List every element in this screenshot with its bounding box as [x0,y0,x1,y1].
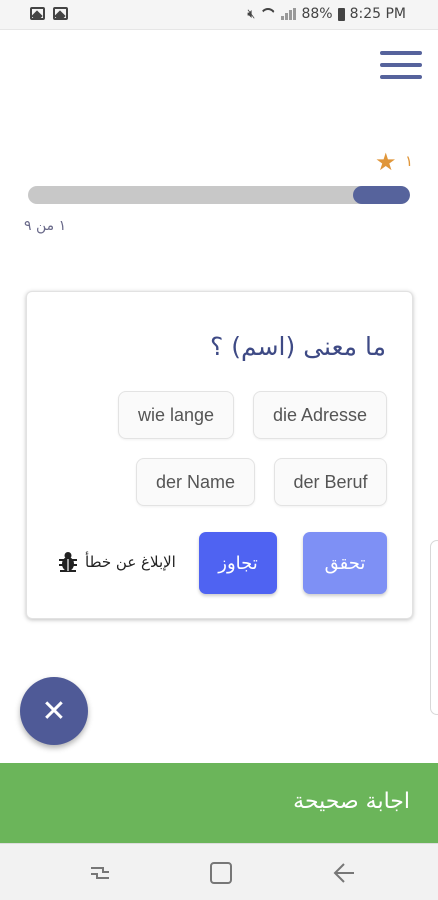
question-card: ما معنى (اسم) ؟ die Adresse wie lange de… [26,291,413,619]
progress-text: ١ من ٩ [24,218,67,234]
bug-icon [59,552,77,572]
close-fab[interactable]: ✕ [20,677,88,745]
signal-icon [281,8,297,20]
battery-percent: 88% [301,6,333,22]
option-button[interactable]: der Name [136,458,255,506]
close-icon: ✕ [41,693,67,729]
feedback-text: اجابة صحيحة [293,789,410,814]
side-panel-handle[interactable] [430,540,438,715]
wifi-icon [260,8,277,20]
status-indicators: 🔇︎ 88% 8:25 PM [247,6,406,22]
progress-bar [28,186,410,204]
skip-button[interactable]: تجاوز [199,532,277,594]
image-notification-icon [30,7,45,20]
hamburger-icon[interactable] [380,51,422,81]
check-button[interactable]: تحقق [303,532,387,594]
option-button[interactable]: der Beruf [274,458,387,506]
star-icon: ★ [375,148,397,176]
battery-icon [337,7,345,21]
notification-icons [30,7,68,20]
navigation-bar [0,843,438,900]
option-button[interactable]: die Adresse [253,391,387,439]
question-text: ما معنى (اسم) ؟ [210,332,386,361]
clock: 8:25 PM [349,6,406,22]
gallery-notification-icon [53,7,68,20]
home-icon[interactable] [210,862,232,884]
report-error-link[interactable]: الإبلاغ عن خطأ [59,551,176,573]
back-icon[interactable] [332,862,356,884]
option-button[interactable]: wie lange [118,391,234,439]
feedback-banner: اجابة صحيحة [0,763,438,843]
mute-icon: 🔇︎ [247,6,256,22]
report-error-label: الإبلاغ عن خطأ [85,553,176,571]
star-count: ١ [405,152,414,170]
progress-fill [352,186,410,204]
recent-apps-icon[interactable] [89,864,111,882]
status-bar: 🔇︎ 88% 8:25 PM [0,0,438,30]
